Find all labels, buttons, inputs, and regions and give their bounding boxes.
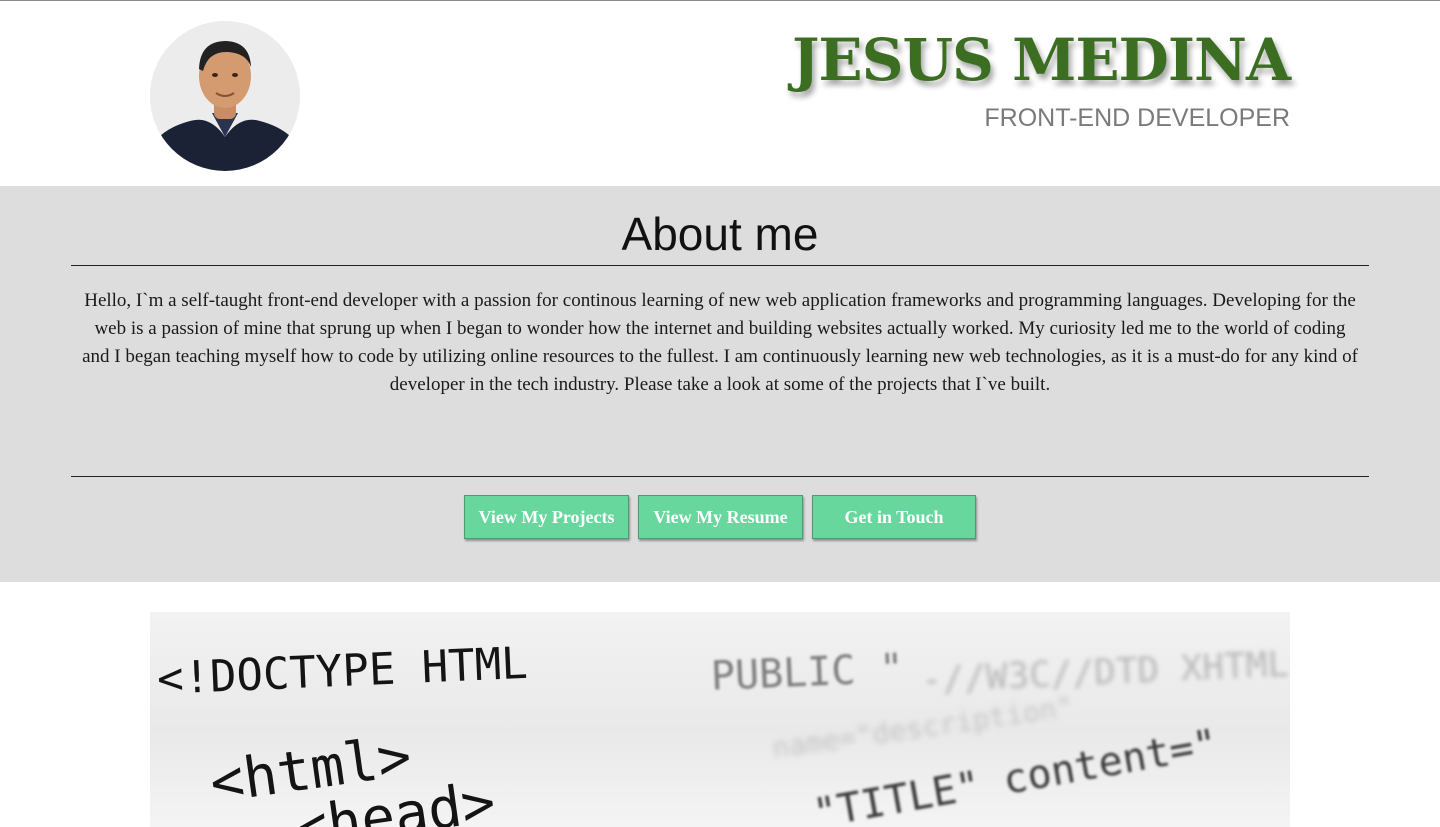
avatar [150, 21, 300, 171]
about-section: About me Hello, I`m a self-taught front-… [0, 186, 1440, 582]
about-title: About me [621, 208, 819, 260]
hero-code-doctype: <!DOCTYPE HTML [156, 637, 529, 705]
view-resume-button[interactable]: View My Resume [638, 495, 803, 539]
about-text: Hello, I`m a self-taught front-end devel… [82, 290, 1358, 395]
hero-code-public: PUBLIC " [710, 645, 905, 700]
about-divider-bottom [71, 476, 1369, 477]
view-projects-button[interactable]: View My Projects [464, 495, 629, 539]
profile-photo-icon [150, 21, 300, 171]
get-in-touch-button[interactable]: Get in Touch [812, 495, 976, 539]
code-hero-image: <!DOCTYPE HTML PUBLIC " -//W3C//DTD XHTM… [150, 612, 1290, 827]
action-buttons: View My Projects View My Resume Get in T… [0, 495, 1440, 543]
about-divider-top [71, 265, 1369, 266]
hero-code-dtd: -//W3C//DTD XHTML 1.0 [920, 640, 1290, 701]
site-header: JESUS MEDINA FRONT-END DEVELOPER [0, 1, 1440, 186]
site-owner-name: JESUS MEDINA [791, 26, 1291, 94]
site-owner-role: FRONT-END DEVELOPER [984, 104, 1290, 132]
